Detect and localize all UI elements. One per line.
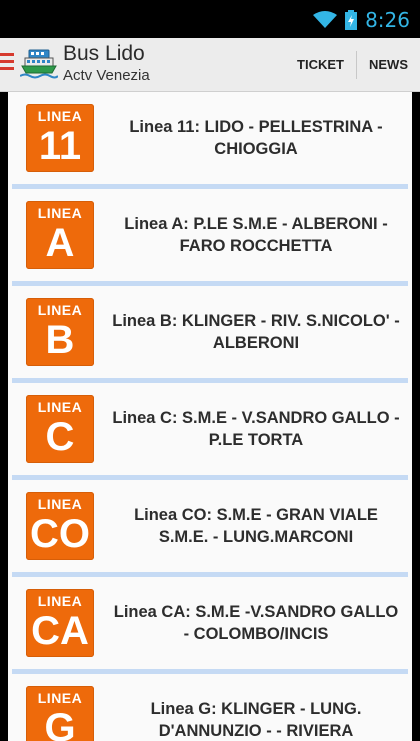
line-badge: LINEA G bbox=[26, 686, 94, 741]
news-button[interactable]: NEWS bbox=[357, 38, 420, 91]
line-label: Linea G: KLINGER - LUNG. D'ANNUNZIO - - … bbox=[150, 700, 362, 740]
app-subtitle: Actv Venezia bbox=[63, 67, 150, 84]
drawer-indicator-icon[interactable] bbox=[0, 53, 14, 73]
badge-linea-label: LINEA bbox=[37, 205, 83, 221]
line-row-g[interactable]: LINEA G Linea G: KLINGER - LUNG. D'ANNUN… bbox=[8, 674, 412, 741]
action-items: TICKET NEWS bbox=[285, 38, 420, 91]
line-label: Linea B: KLINGER - RIV. S.NICOLO' - ALBE… bbox=[112, 312, 400, 352]
line-row-11[interactable]: LINEA 11 Linea 11: LIDO - PELLESTRINA - … bbox=[8, 92, 412, 189]
line-row-b[interactable]: LINEA B Linea B: KLINGER - RIV. S.NICOLO… bbox=[8, 286, 412, 383]
line-badge: LINEA CA bbox=[26, 589, 94, 657]
action-bar: Bus Lido Actv Venezia TICKET NEWS bbox=[0, 38, 420, 92]
badge-linea-label: LINEA bbox=[37, 399, 83, 415]
line-label: Linea A: P.LE S.M.E - ALBERONI - FARO RO… bbox=[124, 215, 388, 255]
badge-linea-label: LINEA bbox=[37, 593, 83, 609]
badge-linea-label: LINEA bbox=[37, 690, 83, 706]
line-badge: LINEA 11 bbox=[26, 104, 94, 172]
ferry-boat-icon[interactable] bbox=[20, 44, 58, 82]
line-row-co[interactable]: LINEA CO Linea CO: S.M.E - GRAN VIALE S.… bbox=[8, 480, 412, 577]
ticket-button[interactable]: TICKET bbox=[285, 38, 356, 91]
line-badge: LINEA CO bbox=[26, 492, 94, 560]
wifi-icon bbox=[313, 11, 338, 28]
badge-line-code: CA bbox=[31, 609, 89, 653]
line-badge: LINEA C bbox=[26, 395, 94, 463]
badge-linea-label: LINEA bbox=[37, 302, 83, 318]
bus-lines-list: LINEA 11 Linea 11: LIDO - PELLESTRINA - … bbox=[8, 92, 412, 741]
device-screen: 8:26 Bus Lido Actv Venezia TICKET NEWS L… bbox=[0, 0, 420, 741]
badge-linea-label: LINEA bbox=[37, 108, 83, 124]
line-label: Linea C: S.M.E - V.SANDRO GALLO - P.LE T… bbox=[112, 409, 400, 449]
badge-line-code: A bbox=[45, 221, 75, 265]
line-badge: LINEA B bbox=[26, 298, 94, 366]
badge-line-code: C bbox=[45, 415, 75, 459]
app-title: Bus Lido bbox=[63, 42, 145, 65]
line-label: Linea CO: S.M.E - GRAN VIALE S.M.E. - LU… bbox=[134, 506, 378, 546]
line-label: Linea CA: S.M.E -V.SANDRO GALLO - COLOMB… bbox=[113, 603, 399, 643]
badge-line-code: B bbox=[45, 318, 75, 362]
status-icons: 8:26 bbox=[313, 8, 410, 32]
badge-linea-label: LINEA bbox=[37, 496, 83, 512]
line-row-ca[interactable]: LINEA CA Linea CA: S.M.E -V.SANDRO GALLO… bbox=[8, 577, 412, 674]
battery-icon bbox=[345, 10, 358, 30]
badge-line-code: G bbox=[44, 706, 76, 741]
line-row-c[interactable]: LINEA C Linea C: S.M.E - V.SANDRO GALLO … bbox=[8, 383, 412, 480]
line-badge: LINEA A bbox=[26, 201, 94, 269]
line-row-a[interactable]: LINEA A Linea A: P.LE S.M.E - ALBERONI -… bbox=[8, 189, 412, 286]
line-label: Linea 11: LIDO - PELLESTRINA - CHIOGGIA bbox=[129, 118, 383, 158]
badge-line-code: CO bbox=[30, 512, 90, 556]
status-bar: 8:26 bbox=[0, 0, 420, 38]
badge-line-code: 11 bbox=[38, 124, 82, 168]
status-time: 8:26 bbox=[365, 8, 410, 32]
